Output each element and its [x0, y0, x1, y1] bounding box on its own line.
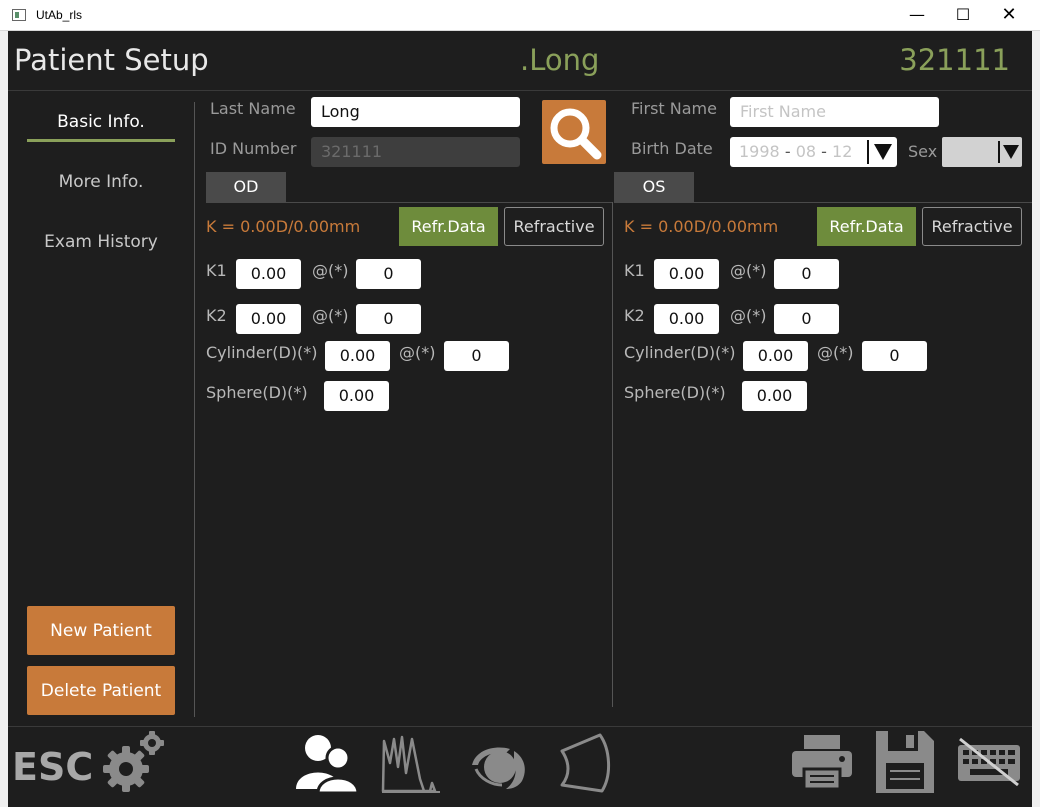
os-sphere-label: Sphere(D)(*): [624, 383, 726, 402]
keyboard-off-icon[interactable]: [956, 737, 1022, 787]
os-refractive-button[interactable]: Refractive: [922, 207, 1022, 246]
id-number-field: 321111: [311, 137, 520, 167]
tab-od[interactable]: OD: [206, 172, 286, 202]
os-cylinder-axis-field[interactable]: 0: [862, 341, 927, 371]
lens-icon[interactable]: [556, 731, 614, 795]
chevron-down-icon: [1003, 145, 1019, 159]
od-k1-axis-label: @(*): [312, 261, 349, 280]
os-k1-field[interactable]: 0.00: [654, 259, 719, 289]
birth-date-label: Birth Date: [631, 139, 713, 158]
birth-month: 08: [795, 142, 817, 161]
app-icon: [12, 9, 26, 21]
search-patient-button[interactable]: [542, 100, 606, 164]
last-name-label: Last Name: [210, 99, 296, 118]
eye-icon[interactable]: [466, 739, 532, 791]
od-k2-axis-label: @(*): [312, 306, 349, 325]
search-icon: [550, 108, 602, 160]
os-k2-label: K2: [624, 306, 645, 325]
id-number-label: ID Number: [210, 139, 297, 158]
sidebar: Basic Info. More Info. Exam History New …: [8, 92, 194, 717]
od-k1-field[interactable]: 0.00: [236, 259, 301, 289]
last-name-field[interactable]: Long: [311, 97, 520, 127]
od-cylinder-axis-label: @(*): [399, 343, 436, 362]
od-k2-field[interactable]: 0.00: [236, 304, 301, 334]
birth-day: 12: [832, 142, 853, 161]
close-button[interactable]: ✕: [986, 0, 1032, 31]
os-sphere-field[interactable]: 0.00: [742, 381, 807, 411]
waveform-icon[interactable]: [380, 733, 442, 795]
birth-year: 1998: [739, 142, 780, 161]
new-patient-button[interactable]: New Patient: [27, 606, 175, 655]
printer-icon[interactable]: [790, 733, 854, 791]
os-cylinder-label: Cylinder(D)(*): [624, 343, 736, 362]
os-k2-field[interactable]: 0.00: [654, 304, 719, 334]
patients-icon[interactable]: [294, 731, 360, 793]
chevron-down-icon[interactable]: [867, 140, 895, 164]
os-k-summary: K = 0.00D/0.00mm: [624, 217, 779, 236]
od-refractive-button[interactable]: Refractive: [504, 207, 604, 246]
window-titlebar: UtAb_rls — ☐ ✕: [0, 0, 1040, 31]
maximize-button[interactable]: ☐: [940, 0, 986, 31]
first-name-label: First Name: [631, 99, 717, 118]
od-refr-data-button[interactable]: Refr.Data: [399, 207, 498, 246]
os-cylinder-field[interactable]: 0.00: [743, 341, 808, 371]
os-k1-label: K1: [624, 261, 645, 280]
os-header-line: [614, 202, 1032, 203]
delete-patient-button[interactable]: Delete Patient: [27, 666, 175, 715]
toolbar-divider: [8, 726, 1032, 727]
sex-label: Sex: [908, 142, 938, 161]
birth-date-picker[interactable]: 1998 - 08 - 12: [730, 137, 897, 167]
esc-button[interactable]: ESC: [12, 745, 93, 789]
os-k1-axis-field[interactable]: 0: [774, 259, 839, 289]
sidebar-item-more-info[interactable]: More Info.: [27, 162, 175, 202]
od-sphere-label: Sphere(D)(*): [206, 383, 308, 402]
patient-name-display: .Long: [520, 43, 600, 77]
od-k1-label: K1: [206, 261, 227, 280]
date-separator: -: [821, 142, 827, 161]
od-k-summary: K = 0.00D/0.00mm: [206, 217, 361, 236]
sex-select[interactable]: [942, 137, 1022, 167]
sidebar-divider: [194, 102, 195, 717]
page-title: Patient Setup: [14, 43, 209, 77]
minimize-button[interactable]: —: [894, 0, 940, 31]
os-k2-axis-label: @(*): [730, 306, 767, 325]
gear-icon[interactable]: [102, 729, 168, 795]
od-header-line: [206, 202, 612, 203]
sidebar-item-exam-history[interactable]: Exam History: [27, 222, 175, 262]
page-header: Patient Setup .Long 321111: [8, 31, 1032, 91]
select-divider: [998, 141, 1000, 163]
save-icon[interactable]: [874, 729, 936, 795]
od-cylinder-label: Cylinder(D)(*): [206, 343, 318, 362]
od-cylinder-field[interactable]: 0.00: [325, 341, 390, 371]
date-separator: -: [784, 142, 791, 161]
od-k2-label: K2: [206, 306, 227, 325]
os-refr-data-button[interactable]: Refr.Data: [817, 207, 916, 246]
od-sphere-field[interactable]: 0.00: [324, 381, 389, 411]
od-k2-axis-field[interactable]: 0: [356, 304, 421, 334]
od-cylinder-axis-field[interactable]: 0: [444, 341, 509, 371]
eye-divider: [612, 202, 613, 707]
window-title: UtAb_rls: [36, 8, 83, 22]
os-cylinder-axis-label: @(*): [817, 343, 854, 362]
od-k1-axis-field[interactable]: 0: [356, 259, 421, 289]
tab-os[interactable]: OS: [614, 172, 694, 202]
first-name-field[interactable]: First Name: [730, 97, 939, 127]
app-window: Patient Setup .Long 321111 Basic Info. M…: [8, 31, 1032, 807]
os-k1-axis-label: @(*): [730, 261, 767, 280]
os-k2-axis-field[interactable]: 0: [774, 304, 839, 334]
patient-id-display: 321111: [899, 43, 1010, 77]
sidebar-item-basic-info[interactable]: Basic Info.: [27, 102, 175, 142]
